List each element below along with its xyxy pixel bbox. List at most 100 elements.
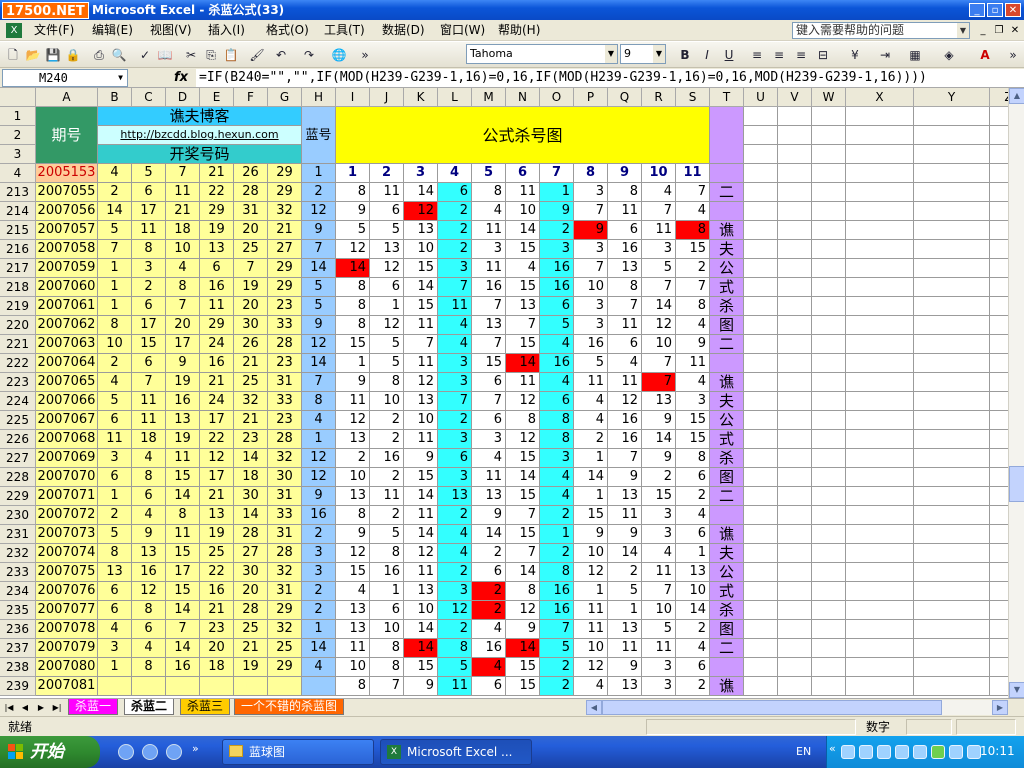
kill-value-cell[interactable]: 14 [574, 468, 608, 487]
first-sheet-icon[interactable]: |◀ [2, 700, 16, 715]
red-ball-cell[interactable]: 6 [98, 582, 132, 601]
red-ball-cell[interactable]: 28 [234, 525, 268, 544]
row-header[interactable]: 221 [0, 335, 36, 354]
empty-cell[interactable] [914, 392, 990, 411]
kill-value-cell[interactable]: 12 [506, 392, 540, 411]
menu-view[interactable]: 视图(V) [146, 22, 196, 39]
kill-value-cell[interactable]: 15 [336, 335, 370, 354]
kill-value-cell[interactable]: 14 [404, 620, 438, 639]
save-icon[interactable]: 💾 [44, 46, 62, 64]
period-cell[interactable]: 2007070 [36, 468, 98, 487]
kill-value-cell[interactable]: 13 [404, 392, 438, 411]
italic-icon[interactable]: I [698, 46, 716, 64]
kill-value-cell[interactable]: 2 [438, 202, 472, 221]
kill-value-cell[interactable]: 2 [438, 563, 472, 582]
redo-icon[interactable]: ↷ [300, 46, 318, 64]
kill-value-cell[interactable]: 15 [676, 411, 710, 430]
empty-cell[interactable] [812, 373, 846, 392]
kill-value-cell[interactable]: 12 [336, 411, 370, 430]
kill-value-cell[interactable]: 7 [472, 297, 506, 316]
empty-cell[interactable] [744, 677, 778, 696]
kill-value-cell[interactable]: 10 [370, 620, 404, 639]
kill-value-cell[interactable]: 6 [608, 221, 642, 240]
empty-cell[interactable] [812, 411, 846, 430]
kill-value-cell[interactable]: 6 [676, 525, 710, 544]
column-header-i[interactable]: I [336, 88, 370, 107]
red-ball-cell[interactable]: 25 [200, 544, 234, 563]
empty-cell[interactable] [990, 677, 1008, 696]
kill-value-cell[interactable]: 10 [642, 601, 676, 620]
fx-icon[interactable]: fx [174, 69, 188, 87]
red-ball-cell[interactable]: 21 [166, 202, 200, 221]
select-all-corner[interactable] [0, 88, 36, 107]
kill-value-cell[interactable]: 11 [404, 563, 438, 582]
empty-cell[interactable] [914, 373, 990, 392]
kill-value-cell[interactable]: 9 [676, 335, 710, 354]
empty-cell[interactable] [914, 449, 990, 468]
column-header-x[interactable]: X [846, 88, 914, 107]
sheet-tab-3[interactable]: 杀蓝三 [180, 699, 231, 715]
kill-value-cell[interactable]: 1 [540, 525, 574, 544]
column-header-a[interactable]: A [36, 88, 98, 107]
maximize-icon[interactable]: ▫ [987, 3, 1003, 17]
kill-value-cell[interactable]: 9 [540, 202, 574, 221]
red-ball-cell[interactable]: 2 [98, 183, 132, 202]
empty-cell[interactable] [744, 240, 778, 259]
name-box[interactable]: M240 ▼ [2, 69, 128, 87]
kill-value-cell[interactable]: 15 [506, 278, 540, 297]
kill-value-cell[interactable]: 11 [438, 677, 472, 696]
red-ball-cell[interactable]: 29 [200, 202, 234, 221]
red-ball-cell[interactable]: 19 [200, 525, 234, 544]
kill-value-cell[interactable]: 13 [404, 221, 438, 240]
kill-value-cell[interactable]: 11 [506, 183, 540, 202]
spelling-icon[interactable]: ✓ [136, 46, 154, 64]
kill-value-cell[interactable]: 6 [472, 411, 506, 430]
red-ball-cell[interactable] [268, 677, 302, 696]
empty-cell[interactable] [990, 240, 1008, 259]
kill-value-cell[interactable]: 16 [540, 601, 574, 620]
red-ball-cell[interactable]: 21 [234, 639, 268, 658]
print-icon[interactable]: ⎙ [90, 46, 108, 64]
column-header-q[interactable]: Q [608, 88, 642, 107]
kill-value-cell[interactable]: 13 [404, 582, 438, 601]
research-icon[interactable]: 📖 [156, 46, 174, 64]
empty-cell[interactable] [846, 620, 914, 639]
kill-value-cell[interactable]: 15 [506, 487, 540, 506]
red-ball-cell[interactable]: 31 [268, 487, 302, 506]
kill-value-cell[interactable]: 2 [608, 563, 642, 582]
kill-value-cell[interactable]: 1 [574, 487, 608, 506]
empty-cell[interactable] [914, 601, 990, 620]
kill-value-cell[interactable]: 5 [370, 221, 404, 240]
kill-value-cell[interactable]: 9 [404, 677, 438, 696]
empty-cell[interactable] [846, 563, 914, 582]
kill-value-cell[interactable]: 14 [642, 297, 676, 316]
kill-value-cell[interactable]: 4 [642, 183, 676, 202]
kill-value-cell[interactable]: 11 [608, 506, 642, 525]
red-ball-cell[interactable]: 31 [268, 525, 302, 544]
red-ball-cell[interactable]: 11 [132, 392, 166, 411]
empty-cell[interactable] [778, 430, 812, 449]
empty-cell[interactable] [744, 430, 778, 449]
row-header[interactable]: 218 [0, 278, 36, 297]
red-ball-cell[interactable]: 8 [132, 601, 166, 620]
empty-cell[interactable] [744, 544, 778, 563]
red-ball-cell[interactable]: 17 [132, 202, 166, 221]
red-ball-cell[interactable]: 6 [132, 354, 166, 373]
empty-cell[interactable] [778, 411, 812, 430]
period-cell[interactable]: 2007067 [36, 411, 98, 430]
spreadsheet-grid[interactable]: ABCDEFGHIJKLMNOPQRSTUVWXYZ1234期号谯夫博客http… [0, 88, 1008, 698]
tray-qq-icon[interactable] [895, 745, 909, 759]
kill-value-cell[interactable]: 2 [472, 601, 506, 620]
vertical-scrollbar[interactable]: ▲ ▼ [1008, 88, 1024, 698]
blue-ball-cell[interactable]: 7 [302, 240, 336, 259]
empty-cell[interactable] [990, 164, 1008, 183]
column-header-k[interactable]: K [404, 88, 438, 107]
empty-cell[interactable] [914, 126, 990, 145]
empty-cell[interactable] [914, 544, 990, 563]
kill-value-cell[interactable]: 14 [506, 468, 540, 487]
kill-value-cell[interactable]: 3 [438, 468, 472, 487]
empty-cell[interactable] [846, 164, 914, 183]
kill-value-cell[interactable]: 13 [676, 563, 710, 582]
kill-value-cell[interactable]: 8 [370, 658, 404, 677]
kill-value-cell[interactable]: 3 [642, 658, 676, 677]
